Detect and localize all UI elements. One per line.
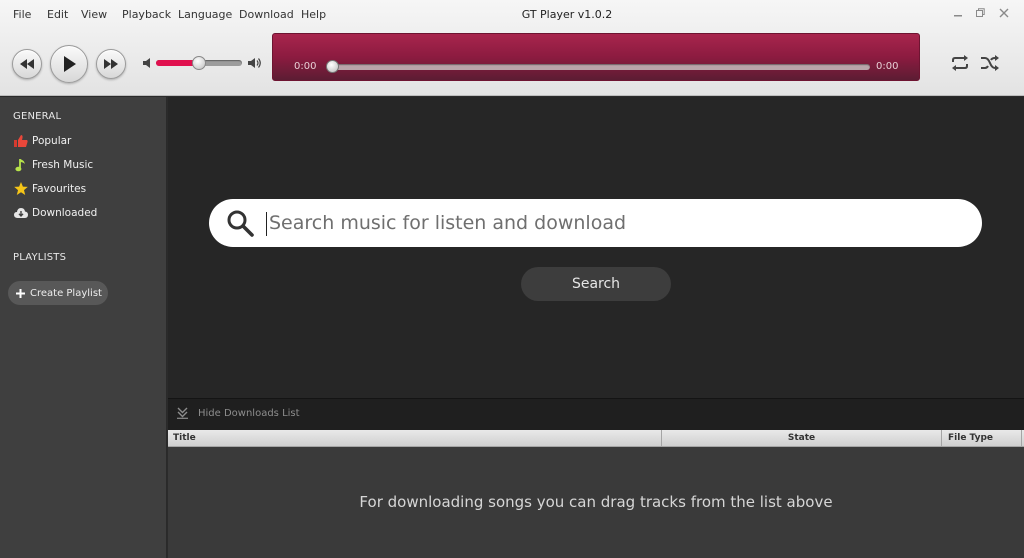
rewind-button[interactable] [12, 49, 42, 79]
shuffle-icon [981, 55, 999, 71]
sidebar-item-label: Favourites [32, 183, 87, 195]
star-icon [14, 182, 28, 196]
sidebar-item-label: Fresh Music [32, 159, 94, 171]
create-playlist-button[interactable]: Create Playlist [8, 281, 108, 305]
music-note-icon [14, 158, 28, 172]
sidebar-item-favourites[interactable]: Favourites [14, 180, 86, 198]
thumbs-up-icon [14, 134, 28, 148]
fast-forward-button[interactable] [96, 49, 126, 79]
shuffle-button[interactable] [979, 52, 1001, 74]
volume-handle[interactable] [192, 56, 206, 70]
downloads-empty-message: For downloading songs you can drag track… [359, 493, 833, 511]
restore-icon [976, 8, 985, 17]
repeat-button[interactable] [949, 52, 971, 74]
play-button[interactable] [50, 45, 88, 83]
sidebar-item-label: Popular [32, 135, 72, 147]
volume-slider[interactable] [156, 56, 242, 70]
repeat-icon [952, 55, 968, 71]
create-playlist-label: Create Playlist [30, 287, 102, 299]
time-elapsed: 0:00 [294, 61, 317, 72]
collapse-down-icon [177, 407, 188, 419]
section-title-general: GENERAL [13, 111, 62, 122]
minimize-icon [954, 15, 962, 17]
search-button[interactable]: Search [521, 267, 671, 301]
search-icon [221, 204, 259, 242]
downloads-list[interactable]: For downloading songs you can drag track… [168, 447, 1024, 558]
seek-handle[interactable] [326, 60, 339, 73]
downloads-bar: Hide Downloads List [168, 398, 1024, 430]
close-button[interactable] [996, 8, 1012, 22]
section-title-playlists: PLAYLISTS [13, 252, 67, 263]
close-icon [999, 8, 1009, 18]
hide-downloads-toggle[interactable]: Hide Downloads List [176, 407, 300, 419]
seek-slider[interactable] [326, 60, 870, 73]
column-header-title[interactable]: Title [168, 430, 662, 447]
top-bar: File Edit View Playback Language Downloa… [0, 0, 1024, 96]
hide-downloads-label: Hide Downloads List [198, 407, 300, 419]
search-box[interactable] [209, 199, 982, 247]
volume-high-icon[interactable] [248, 57, 262, 69]
sidebar-item-downloaded[interactable]: Downloaded [14, 204, 97, 222]
play-icon [64, 56, 76, 72]
search-input[interactable] [269, 206, 959, 240]
app-title: GT Player v1.0.2 [521, 8, 613, 21]
time-total: 0:00 [876, 61, 899, 72]
sidebar-item-popular[interactable]: Popular [14, 132, 71, 150]
downloads-table-header: Title State File Type [168, 430, 1024, 447]
sidebar-item-label: Downloaded [32, 207, 98, 219]
main-search-area: Search [168, 97, 1024, 398]
column-header-file-type[interactable]: File Type [942, 430, 1022, 447]
minimize-button[interactable] [950, 8, 966, 22]
fast-forward-icon [104, 59, 118, 69]
cloud-download-icon [14, 206, 28, 220]
sidebar-item-fresh-music[interactable]: Fresh Music [14, 156, 93, 174]
sidebar: GENERAL Popular Fresh Music Favourites D… [0, 97, 167, 558]
app-title-wrap: GT Player v1.0.2 [0, 8, 1024, 21]
menu-bar: File Edit View Playback Language Downloa… [0, 0, 1024, 30]
rewind-icon [20, 59, 34, 69]
now-playing-panel: 0:00 0:00 [272, 33, 920, 81]
restore-button[interactable] [972, 8, 988, 22]
text-caret [266, 212, 267, 236]
column-header-state[interactable]: State [662, 430, 942, 447]
volume-low-icon[interactable] [143, 58, 152, 68]
plus-icon [16, 288, 25, 298]
search-button-label: Search [571, 276, 621, 292]
